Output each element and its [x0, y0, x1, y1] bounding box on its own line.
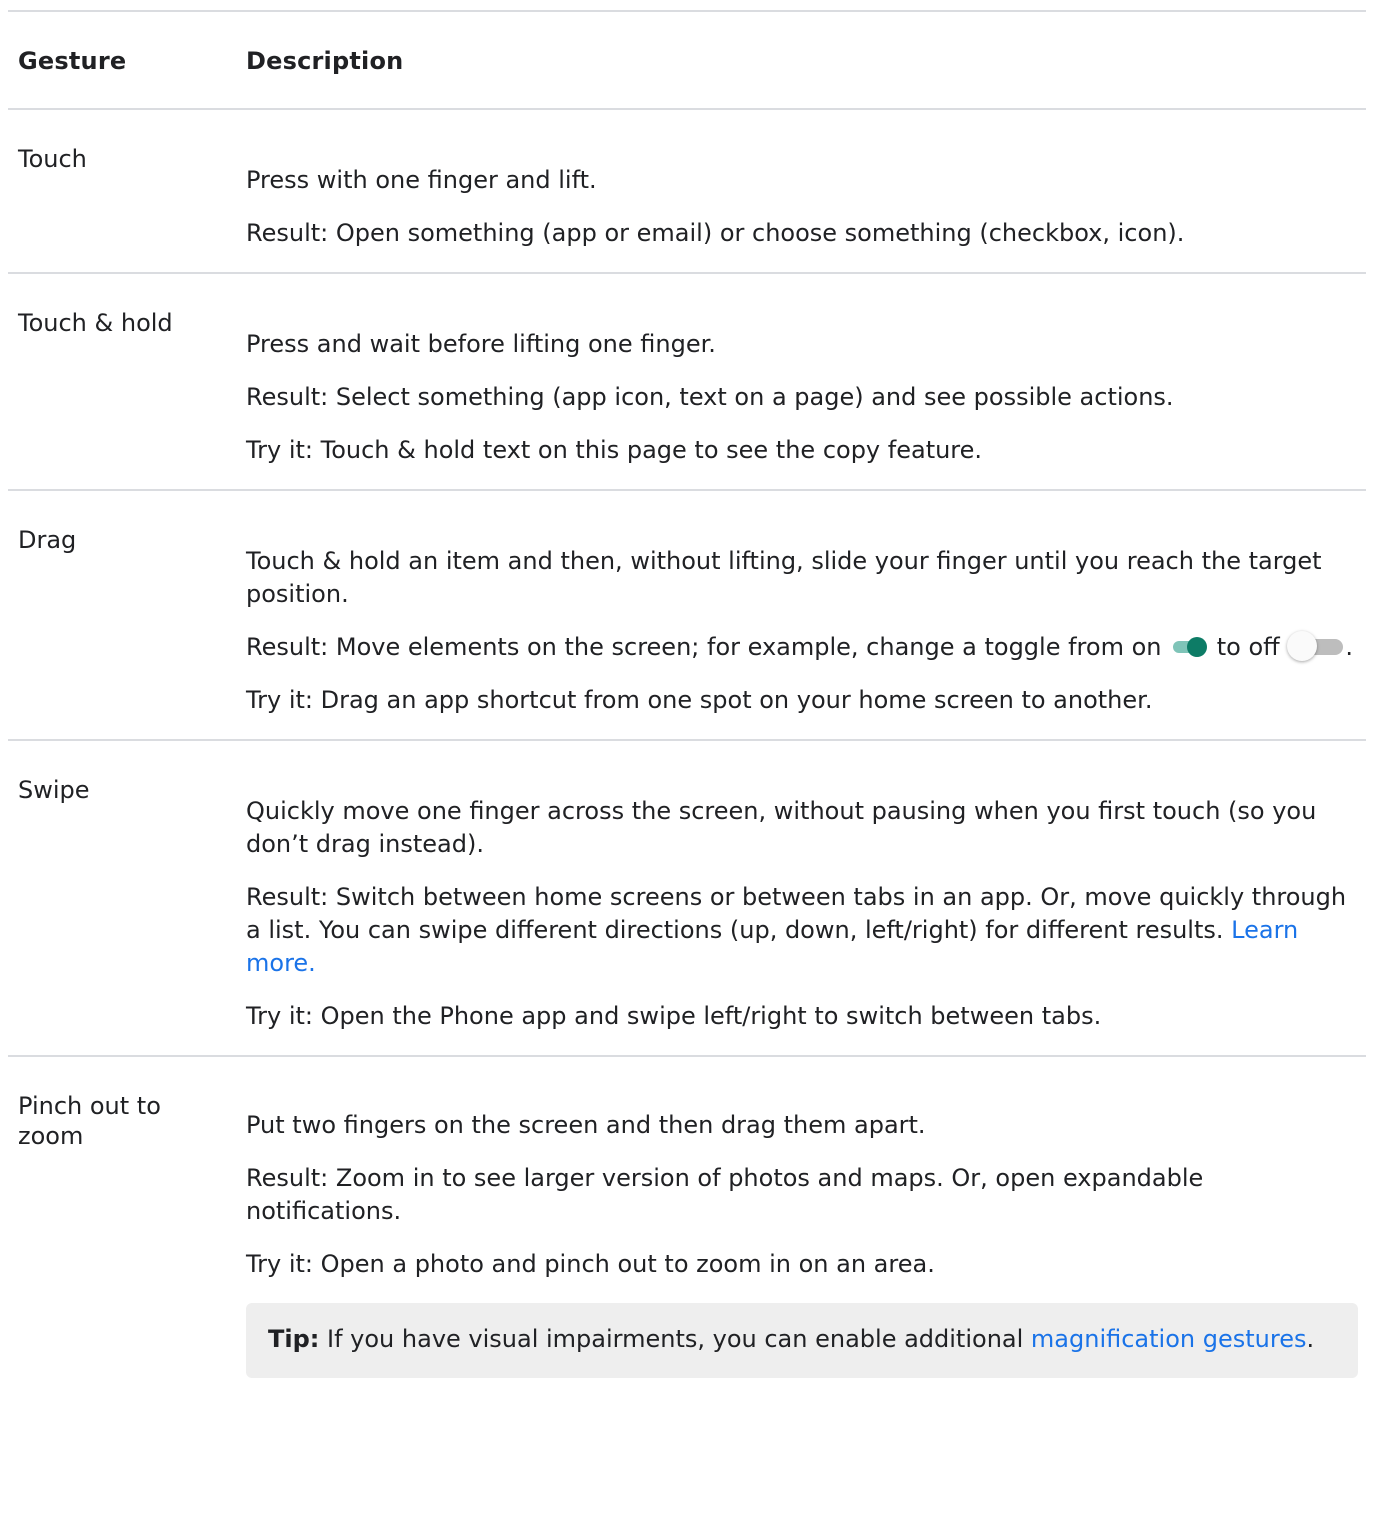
table-row: Swipe Quickly move one finger across the… — [8, 741, 1366, 1057]
gesture-name: Swipe — [18, 776, 90, 804]
tip-text: If you have visual impairments, you can … — [327, 1325, 1024, 1353]
table-header: Gesture Description — [8, 12, 1366, 110]
description-line: Put two fingers on the screen and then d… — [246, 1111, 926, 1139]
result-line: Result: Select something (app icon, text… — [246, 383, 1174, 411]
result-line: Result: Switch between home screens or b… — [246, 881, 1358, 980]
try-it-line: Try it: Drag an app shortcut from one sp… — [246, 686, 1153, 714]
result-text-end: . — [1345, 633, 1353, 661]
tip-end: . — [1306, 1325, 1315, 1353]
gesture-description: Press with one finger and lift. Result: … — [246, 110, 1366, 272]
description-line: Press and wait before lifting one finger… — [246, 330, 716, 358]
result-line: Result: Move elements on the screen; for… — [246, 631, 1358, 664]
table-row: Touch & hold Press and wait before lifti… — [8, 274, 1366, 491]
gesture-name: Touch & hold — [18, 309, 173, 337]
column-header-description: Description — [246, 47, 404, 75]
toggle-off-icon — [1287, 631, 1345, 663]
tip-label: Tip: — [268, 1325, 320, 1353]
result-text: Result: Switch between home screens or b… — [246, 883, 1347, 944]
result-line: Result: Zoom in to see larger version of… — [246, 1164, 1204, 1225]
gesture-description: Press and wait before lifting one finger… — [246, 274, 1366, 489]
gesture-description: Touch & hold an item and then, without l… — [246, 491, 1366, 739]
description-line: Touch & hold an item and then, without l… — [246, 547, 1322, 608]
table-row: Touch Press with one finger and lift. Re… — [8, 110, 1366, 274]
table-row: Drag Touch & hold an item and then, with… — [8, 491, 1366, 741]
tip-callout: Tip: If you have visual impairments, you… — [246, 1303, 1358, 1378]
result-text-before-off: to off — [1216, 633, 1280, 661]
try-it-line: Try it: Open the Phone app and swipe lef… — [246, 1002, 1102, 1030]
gesture-description: Put two fingers on the screen and then d… — [246, 1057, 1366, 1378]
try-it-line: Try it: Open a photo and pinch out to zo… — [246, 1250, 935, 1278]
gestures-table: Gesture Description Touch Press with one… — [8, 10, 1366, 1378]
gesture-name: Touch — [18, 145, 87, 173]
result-line: Result: Open something (app or email) or… — [246, 219, 1185, 247]
gesture-name: Pinch out to zoom — [18, 1092, 161, 1150]
try-it-line: Try it: Touch & hold text on this page t… — [246, 436, 983, 464]
description-line: Quickly move one finger across the scree… — [246, 797, 1317, 858]
column-header-gesture: Gesture — [18, 47, 127, 75]
table-row: Pinch out to zoom Put two fingers on the… — [8, 1057, 1366, 1378]
gesture-description: Quickly move one finger across the scree… — [246, 741, 1366, 1055]
toggle-on-icon — [1171, 636, 1208, 658]
description-line: Press with one finger and lift. — [246, 166, 597, 194]
magnification-gestures-link[interactable]: magnification gestures — [1031, 1325, 1307, 1353]
gesture-name: Drag — [18, 526, 77, 554]
result-text-before-on: Result: Move elements on the screen; for… — [246, 633, 1162, 661]
